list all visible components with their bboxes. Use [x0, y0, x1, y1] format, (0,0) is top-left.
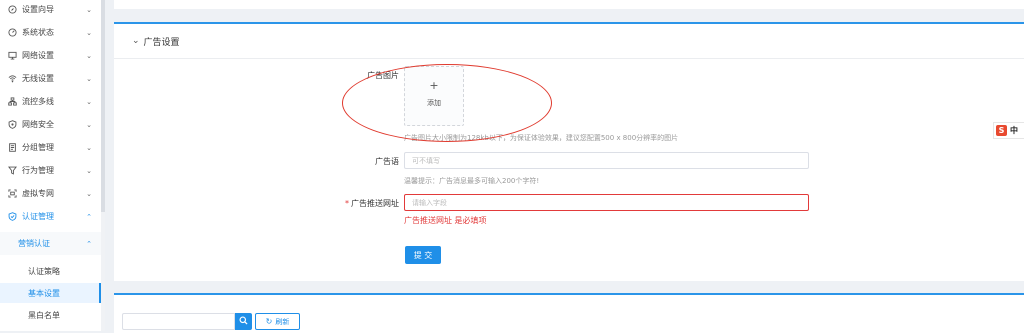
chevron-down-icon: ⌄ — [86, 189, 92, 198]
compass-icon — [8, 5, 17, 14]
shield-icon — [8, 120, 17, 129]
ad-url-label: * 广告推送网址 — [309, 198, 399, 209]
sidebar-leaf-blackwhite-list[interactable]: 黑白名单 — [0, 305, 101, 325]
annotation-ellipse — [342, 64, 552, 142]
sidebar-submenu-marketing-auth[interactable]: 营销认证 ⌃ — [0, 232, 101, 255]
shield-check-icon — [8, 212, 17, 221]
sidebar-leaf-auth-policy[interactable]: 认证策略 — [0, 261, 101, 281]
network-icon — [8, 97, 17, 106]
chevron-up-icon: ⌃ — [86, 239, 92, 248]
sidebar-item-label: 系统状态 — [22, 28, 54, 37]
ad-slogan-placeholder: 可不填写 — [412, 157, 440, 165]
sidebar-item-label: 分组管理 — [22, 143, 54, 152]
search-icon — [239, 316, 248, 327]
previous-panel — [114, 0, 1024, 9]
sidebar-item-network-settings[interactable]: 网络设置 ⌄ — [0, 44, 101, 67]
sidebar-item-label: 行为管理 — [22, 166, 54, 175]
sidebar: 设置向导 ⌄ 系统状态 ⌄ 网络设置 ⌄ 无线设置 ⌄ 流控多线 ⌄ 网络安全 … — [0, 0, 101, 331]
monitor-icon — [8, 51, 17, 60]
sidebar-item-label: 设置向导 — [22, 5, 54, 14]
panel-title: 广告设置 — [143, 37, 180, 48]
sidebar-item-group-management[interactable]: 分组管理 ⌄ — [0, 136, 101, 159]
wifi-icon — [8, 74, 17, 83]
chevron-up-icon: ⌃ — [86, 212, 92, 221]
slogan-length-hint: 温馨提示：广告消息最多可输入200个字符! — [404, 177, 540, 185]
search-input[interactable] — [122, 313, 235, 330]
panel-header[interactable]: ⌄ 广告设置 — [114, 24, 1024, 59]
refresh-button[interactable]: ↻ 刷新 — [255, 313, 300, 330]
refresh-icon: ↻ — [265, 317, 273, 326]
ad-slogan-input[interactable]: 可不填写 — [404, 152, 809, 169]
ad-url-label-text: 广告推送网址 — [351, 199, 399, 208]
sidebar-item-auth-management[interactable]: 认证管理 ⌃ — [0, 205, 101, 228]
sidebar-item-label: 网络安全 — [22, 120, 54, 129]
chevron-down-icon: ⌄ — [86, 166, 92, 175]
sogou-logo-icon: S — [996, 125, 1007, 136]
ad-settings-panel: ⌄ 广告设置 广告图片 + 添加 广告图片大小限制为128kb以下，为保证体验效… — [114, 22, 1024, 281]
chevron-down-icon: ⌄ — [86, 143, 92, 152]
document-icon — [8, 143, 17, 152]
sidebar-leaf-label: 黑白名单 — [28, 310, 60, 320]
search-panel: ↻ 刷新 — [114, 293, 1024, 333]
gauge-icon — [8, 28, 17, 37]
submit-button[interactable]: 提 交 — [405, 246, 441, 264]
filter-icon — [8, 166, 17, 175]
sidebar-item-label: 网络设置 — [22, 51, 54, 60]
sidebar-item-vpn[interactable]: 虚拟专网 ⌄ — [0, 182, 101, 205]
sidebar-leaf-basic-settings[interactable]: 基本设置 — [0, 283, 101, 303]
sidebar-item-wireless-settings[interactable]: 无线设置 ⌄ — [0, 67, 101, 90]
search-button[interactable] — [235, 313, 252, 330]
chevron-down-icon: ⌄ — [86, 74, 92, 83]
ad-url-input[interactable]: 请输入字段 — [404, 194, 809, 211]
chevron-down-icon: ⌄ — [86, 5, 92, 14]
ad-slogan-label: 广告语 — [375, 157, 399, 166]
sidebar-item-label: 流控多线 — [22, 97, 54, 106]
sidebar-leaf-label: 认证策略 — [28, 266, 60, 276]
refresh-label: 刷新 — [275, 317, 290, 326]
chevron-down-icon[interactable]: ⌄ — [132, 36, 140, 46]
chevron-down-icon: ⌄ — [86, 97, 92, 106]
sidebar-item-label: 虚拟专网 — [22, 189, 54, 198]
sidebar-submenu-label: 营销认证 — [18, 239, 50, 248]
chevron-down-icon: ⌄ — [86, 51, 92, 60]
sidebar-item-label: 认证管理 — [22, 212, 54, 221]
required-mark: * — [345, 199, 349, 208]
sidebar-item-flow-control[interactable]: 流控多线 ⌄ — [0, 90, 101, 113]
ime-toolbar[interactable]: S 中 — [993, 122, 1024, 139]
ad-url-placeholder: 请输入字段 — [412, 199, 447, 207]
vpn-icon — [8, 189, 17, 198]
sidebar-item-setup-wizard[interactable]: 设置向导 ⌄ — [0, 0, 101, 21]
sidebar-item-label: 无线设置 — [22, 74, 54, 83]
ad-url-error: 广告推送网址 是必填项 — [404, 216, 487, 225]
chevron-down-icon: ⌄ — [86, 120, 92, 129]
ime-mode[interactable]: 中 — [1010, 125, 1018, 136]
sidebar-item-behavior-management[interactable]: 行为管理 ⌄ — [0, 159, 101, 182]
sidebar-item-system-status[interactable]: 系统状态 ⌄ — [0, 21, 101, 44]
sidebar-item-network-security[interactable]: 网络安全 ⌄ — [0, 113, 101, 136]
chevron-down-icon: ⌄ — [86, 28, 92, 37]
sidebar-leaf-label: 基本设置 — [28, 288, 60, 298]
sidebar-scrollbar-thumb[interactable] — [101, 0, 105, 212]
